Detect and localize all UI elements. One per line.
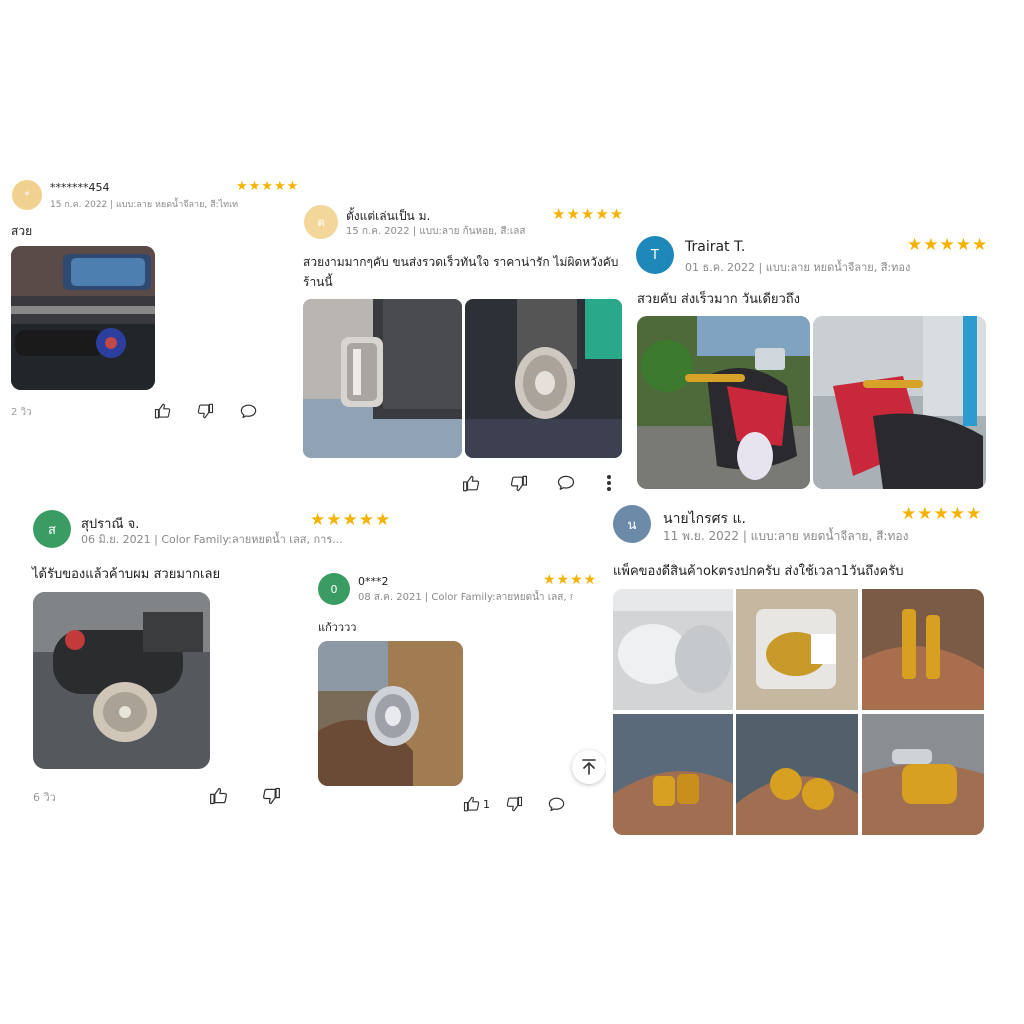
comment-icon — [556, 473, 576, 493]
review-photo[interactable] — [318, 641, 463, 786]
review-card-1: * *******454 15 ก.ค. 2022 | แบบ:ลาย หยดน… — [8, 172, 304, 432]
review-text: สวย — [11, 224, 33, 238]
view-count: 2 วิว — [11, 407, 32, 418]
reviewer-name: 0***2 — [358, 575, 389, 588]
review-meta: 11 พ.ย. 2022 | แบบ:ลาย หยดน้ำจีลาย, สี:ท… — [663, 529, 908, 543]
rating-stars: ★★★★★ — [907, 235, 989, 255]
thumbs-down-icon — [509, 474, 528, 493]
review-photo[interactable] — [613, 714, 733, 835]
review-text: สวยคับ ส่งเร็วมาก วันเดียวถึง — [637, 292, 801, 307]
review-meta: 15 ก.ค. 2022 | แบบ:ลาย หยดน้ำจีลาย, สี:ไ… — [50, 200, 239, 210]
dislike-button[interactable] — [194, 400, 216, 422]
comment-icon — [239, 402, 258, 421]
review-photo[interactable] — [637, 316, 810, 489]
scroll-to-top-button[interactable] — [572, 750, 606, 784]
review-meta: 01 ธ.ค. 2022 | แบบ:ลาย หยดน้ำจีลาย, สี:ท… — [685, 261, 911, 274]
review-meta: 15 ก.ค. 2022 | แบบ:ลาย ก้นหอย, สี:เลส — [346, 226, 526, 237]
comment-icon — [547, 795, 566, 814]
more-options-button[interactable] — [603, 472, 615, 494]
like-button[interactable] — [152, 400, 174, 422]
review-photo[interactable] — [813, 316, 986, 489]
review-photo[interactable] — [11, 246, 155, 390]
rating-stars: ★★★★ — [543, 572, 598, 588]
like-count: 1 — [483, 797, 490, 811]
review-photo[interactable] — [303, 299, 462, 458]
thumbs-up-icon — [154, 402, 172, 420]
avatar: น — [613, 505, 651, 543]
reviewer-name: Trairat T. — [685, 239, 746, 255]
view-count: 6 วิว — [33, 791, 56, 804]
review-photo[interactable] — [33, 592, 210, 769]
review-photo[interactable] — [862, 589, 984, 710]
rating-stars: ★★★★★ — [901, 504, 983, 524]
arrow-up-to-top-icon — [582, 759, 596, 775]
comment-button[interactable] — [555, 472, 577, 494]
review-meta: 08 ส.ค. 2021 | Color Family:ลายหยดน้ำ เล… — [358, 592, 573, 603]
dislike-button[interactable] — [260, 785, 282, 807]
avatar: ต — [304, 205, 338, 239]
review-card-2: ต ตั้งแต่เล่นเป็น ม. 15 ก.ค. 2022 | แบบ:… — [298, 200, 630, 500]
comment-button[interactable] — [237, 400, 259, 422]
review-card-6: น นายไกรศร แ. 11 พ.ย. 2022 | แบบ:ลาย หยด… — [606, 500, 992, 850]
reviewer-name: *******454 — [50, 181, 110, 194]
more-vertical-icon — [607, 475, 611, 491]
thumbs-down-icon — [505, 795, 523, 813]
review-text: แพ็คของดีสินค้าokตรงปกครับ ส่งใช้เวลา1วั… — [613, 564, 904, 579]
avatar: ส — [33, 510, 71, 548]
avatar: 0 — [318, 573, 350, 605]
like-button[interactable] — [460, 472, 482, 494]
avatar: T — [636, 236, 674, 274]
like-button[interactable] — [208, 785, 230, 807]
review-photo[interactable] — [465, 299, 622, 458]
dislike-button[interactable] — [507, 472, 529, 494]
review-card-5: 0 0***2 08 ส.ค. 2021 | Color Family:ลายห… — [313, 568, 600, 806]
review-photo[interactable] — [736, 589, 858, 710]
thumbs-down-icon — [261, 786, 281, 806]
review-photo[interactable] — [736, 714, 858, 835]
review-photo[interactable] — [613, 589, 733, 710]
rating-stars: ★★★★★ — [552, 205, 625, 223]
thumbs-up-icon — [209, 786, 229, 806]
review-meta: 06 มิ.ย. 2021 | Color Family:ลายหยดน้ำ เ… — [81, 533, 343, 546]
thumbs-up-icon — [463, 795, 481, 813]
review-text: ได้รับของแล้วค้าบผม สวยมากเลย — [32, 567, 221, 582]
dislike-button[interactable] — [503, 793, 525, 815]
review-text: สวยงามมากๆคับ ขนส่งรวดเร็วทันใจ ราคาน่าร… — [303, 255, 619, 289]
review-photo[interactable] — [862, 714, 984, 835]
comment-button[interactable] — [545, 793, 567, 815]
review-text: แก้วววว — [318, 621, 357, 634]
thumbs-down-icon — [196, 402, 214, 420]
rating-stars: ★★★★★ — [236, 179, 300, 194]
review-card-4: ส สุปราณี จ. 06 มิ.ย. 2021 | Color Famil… — [28, 505, 390, 810]
review-card-3: T Trairat T. 01 ธ.ค. 2022 | แบบ:ลาย หยดน… — [630, 228, 992, 496]
like-button[interactable]: 1 — [463, 793, 503, 815]
thumbs-up-icon — [462, 474, 481, 493]
rating-stars: ★★★★★ — [310, 510, 392, 530]
avatar: * — [12, 180, 42, 210]
